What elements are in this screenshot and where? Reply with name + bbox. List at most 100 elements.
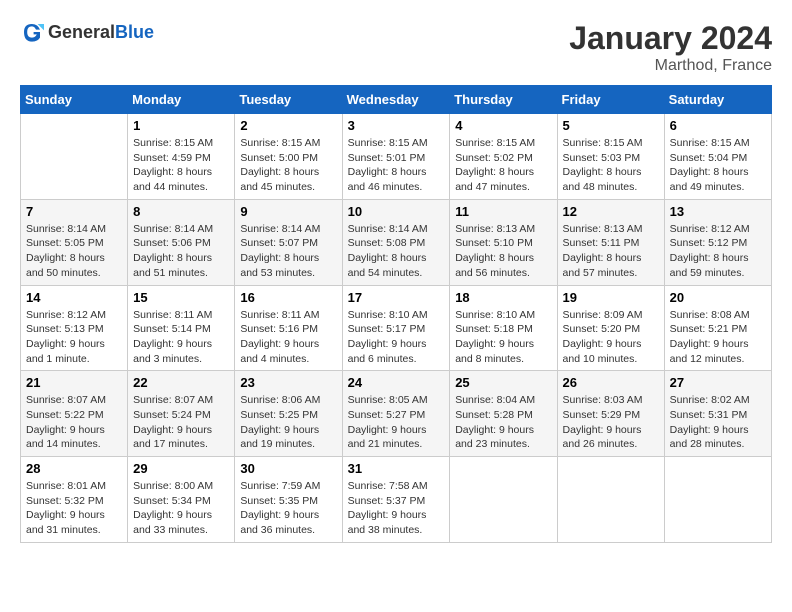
calendar-week-row: 1Sunrise: 8:15 AM Sunset: 4:59 PM Daylig… xyxy=(21,114,772,200)
logo-icon xyxy=(20,20,44,44)
day-number: 21 xyxy=(26,375,122,390)
calendar-subtitle: Marthod, France xyxy=(569,57,772,75)
cell-info: Sunrise: 8:10 AM Sunset: 5:18 PM Dayligh… xyxy=(455,308,551,367)
calendar-header-row: SundayMondayTuesdayWednesdayThursdayFrid… xyxy=(21,86,772,114)
day-number: 2 xyxy=(240,118,336,133)
cell-info: Sunrise: 8:03 AM Sunset: 5:29 PM Dayligh… xyxy=(563,393,659,452)
day-number: 12 xyxy=(563,204,659,219)
cell-info: Sunrise: 8:14 AM Sunset: 5:06 PM Dayligh… xyxy=(133,222,229,281)
cell-info: Sunrise: 8:15 AM Sunset: 5:03 PM Dayligh… xyxy=(563,136,659,195)
cell-info: Sunrise: 8:12 AM Sunset: 5:13 PM Dayligh… xyxy=(26,308,122,367)
calendar-cell: 28Sunrise: 8:01 AM Sunset: 5:32 PM Dayli… xyxy=(21,457,128,543)
calendar-cell: 5 Sunrise: 8:15 AM Sunset: 5:03 PM Daylig… xyxy=(557,114,664,200)
cell-info: Sunrise: 8:15 AM Sunset: 5:00 PM Dayligh… xyxy=(240,136,336,195)
calendar-table: SundayMondayTuesdayWednesdayThursdayFrid… xyxy=(20,85,772,543)
cell-info: Sunrise: 8:04 AM Sunset: 5:28 PM Dayligh… xyxy=(455,393,551,452)
calendar-cell xyxy=(21,114,128,200)
calendar-cell: 23 Sunrise: 8:06 AM Sunset: 5:25 PM Dayli… xyxy=(235,371,342,457)
cell-info: Sunrise: 8:06 AM Sunset: 5:25 PM Dayligh… xyxy=(240,393,336,452)
day-number: 1 xyxy=(133,118,229,133)
day-header-wednesday: Wednesday xyxy=(342,86,450,114)
calendar-body: 1Sunrise: 8:15 AM Sunset: 4:59 PM Daylig… xyxy=(21,114,772,543)
cell-info: Sunrise: 8:05 AM Sunset: 5:27 PM Dayligh… xyxy=(348,393,445,452)
day-number: 22 xyxy=(133,375,229,390)
calendar-cell: 15 Sunrise: 8:11 AM Sunset: 5:14 PM Dayli… xyxy=(128,285,235,371)
calendar-week-row: 7Sunrise: 8:14 AM Sunset: 5:05 PM Daylig… xyxy=(21,199,772,285)
day-number: 31 xyxy=(348,461,445,476)
day-number: 23 xyxy=(240,375,336,390)
calendar-cell: 2 Sunrise: 8:15 AM Sunset: 5:00 PM Daylig… xyxy=(235,114,342,200)
day-header-saturday: Saturday xyxy=(664,86,771,114)
cell-info: Sunrise: 8:00 AM Sunset: 5:34 PM Dayligh… xyxy=(133,479,229,538)
cell-info: Sunrise: 8:11 AM Sunset: 5:14 PM Dayligh… xyxy=(133,308,229,367)
day-number: 15 xyxy=(133,290,229,305)
cell-info: Sunrise: 7:58 AM Sunset: 5:37 PM Dayligh… xyxy=(348,479,445,538)
day-number: 30 xyxy=(240,461,336,476)
day-header-monday: Monday xyxy=(128,86,235,114)
cell-info: Sunrise: 8:15 AM Sunset: 5:04 PM Dayligh… xyxy=(670,136,766,195)
calendar-cell: 16 Sunrise: 8:11 AM Sunset: 5:16 PM Dayli… xyxy=(235,285,342,371)
calendar-cell xyxy=(664,457,771,543)
calendar-cell: 22 Sunrise: 8:07 AM Sunset: 5:24 PM Dayli… xyxy=(128,371,235,457)
logo-blue-text: Blue xyxy=(115,22,154,42)
calendar-cell xyxy=(557,457,664,543)
header: GeneralBlue January 2024 Marthod, France xyxy=(20,20,772,75)
cell-info: Sunrise: 8:09 AM Sunset: 5:20 PM Dayligh… xyxy=(563,308,659,367)
calendar-cell: 21 Sunrise: 8:07 AM Sunset: 5:22 PM Dayli… xyxy=(21,371,128,457)
day-number: 8 xyxy=(133,204,229,219)
cell-info: Sunrise: 8:14 AM Sunset: 5:08 PM Dayligh… xyxy=(348,222,445,281)
day-number: 3 xyxy=(348,118,445,133)
cell-info: Sunrise: 8:13 AM Sunset: 5:11 PM Dayligh… xyxy=(563,222,659,281)
cell-info: Sunrise: 8:12 AM Sunset: 5:12 PM Dayligh… xyxy=(670,222,766,281)
cell-info: Sunrise: 8:02 AM Sunset: 5:31 PM Dayligh… xyxy=(670,393,766,452)
day-number: 24 xyxy=(348,375,445,390)
calendar-title: January 2024 xyxy=(569,20,772,57)
day-number: 14 xyxy=(26,290,122,305)
day-number: 26 xyxy=(563,375,659,390)
day-number: 17 xyxy=(348,290,445,305)
logo: GeneralBlue xyxy=(20,20,154,44)
calendar-cell: 13 Sunrise: 8:12 AM Sunset: 5:12 PM Dayli… xyxy=(664,199,771,285)
calendar-cell: 4 Sunrise: 8:15 AM Sunset: 5:02 PM Daylig… xyxy=(450,114,557,200)
cell-info: Sunrise: 8:13 AM Sunset: 5:10 PM Dayligh… xyxy=(455,222,551,281)
day-number: 11 xyxy=(455,204,551,219)
cell-info: Sunrise: 8:10 AM Sunset: 5:17 PM Dayligh… xyxy=(348,308,445,367)
day-number: 4 xyxy=(455,118,551,133)
calendar-cell: 30 Sunrise: 7:59 AM Sunset: 5:35 PM Dayli… xyxy=(235,457,342,543)
calendar-cell xyxy=(450,457,557,543)
cell-info: Sunrise: 7:59 AM Sunset: 5:35 PM Dayligh… xyxy=(240,479,336,538)
cell-info: Sunrise: 8:15 AM Sunset: 5:02 PM Dayligh… xyxy=(455,136,551,195)
cell-info: Sunrise: 8:07 AM Sunset: 5:24 PM Dayligh… xyxy=(133,393,229,452)
calendar-cell: 3 Sunrise: 8:15 AM Sunset: 5:01 PM Daylig… xyxy=(342,114,450,200)
calendar-cell: 7Sunrise: 8:14 AM Sunset: 5:05 PM Daylig… xyxy=(21,199,128,285)
calendar-cell: 19 Sunrise: 8:09 AM Sunset: 5:20 PM Dayli… xyxy=(557,285,664,371)
day-number: 19 xyxy=(563,290,659,305)
day-number: 5 xyxy=(563,118,659,133)
calendar-cell: 25 Sunrise: 8:04 AM Sunset: 5:28 PM Dayli… xyxy=(450,371,557,457)
logo-general-text: General xyxy=(48,22,115,42)
calendar-cell: 14 Sunrise: 8:12 AM Sunset: 5:13 PM Dayli… xyxy=(21,285,128,371)
day-number: 28 xyxy=(26,461,122,476)
day-number: 25 xyxy=(455,375,551,390)
calendar-cell: 24 Sunrise: 8:05 AM Sunset: 5:27 PM Dayli… xyxy=(342,371,450,457)
cell-info: Sunrise: 8:07 AM Sunset: 5:22 PM Dayligh… xyxy=(26,393,122,452)
cell-info: Sunrise: 8:15 AM Sunset: 5:01 PM Dayligh… xyxy=(348,136,445,195)
calendar-cell: 26 Sunrise: 8:03 AM Sunset: 5:29 PM Dayli… xyxy=(557,371,664,457)
day-header-tuesday: Tuesday xyxy=(235,86,342,114)
day-header-thursday: Thursday xyxy=(450,86,557,114)
cell-info: Sunrise: 8:14 AM Sunset: 5:05 PM Dayligh… xyxy=(26,222,122,281)
calendar-cell: 31 Sunrise: 7:58 AM Sunset: 5:37 PM Dayli… xyxy=(342,457,450,543)
day-header-friday: Friday xyxy=(557,86,664,114)
day-number: 27 xyxy=(670,375,766,390)
cell-info: Sunrise: 8:11 AM Sunset: 5:16 PM Dayligh… xyxy=(240,308,336,367)
day-number: 16 xyxy=(240,290,336,305)
day-number: 13 xyxy=(670,204,766,219)
day-number: 29 xyxy=(133,461,229,476)
calendar-cell: 17 Sunrise: 8:10 AM Sunset: 5:17 PM Dayli… xyxy=(342,285,450,371)
calendar-cell: 20Sunrise: 8:08 AM Sunset: 5:21 PM Dayli… xyxy=(664,285,771,371)
calendar-cell: 18Sunrise: 8:10 AM Sunset: 5:18 PM Dayli… xyxy=(450,285,557,371)
calendar-week-row: 21 Sunrise: 8:07 AM Sunset: 5:22 PM Dayli… xyxy=(21,371,772,457)
calendar-week-row: 28Sunrise: 8:01 AM Sunset: 5:32 PM Dayli… xyxy=(21,457,772,543)
calendar-cell: 8 Sunrise: 8:14 AM Sunset: 5:06 PM Daylig… xyxy=(128,199,235,285)
calendar-week-row: 14 Sunrise: 8:12 AM Sunset: 5:13 PM Dayli… xyxy=(21,285,772,371)
